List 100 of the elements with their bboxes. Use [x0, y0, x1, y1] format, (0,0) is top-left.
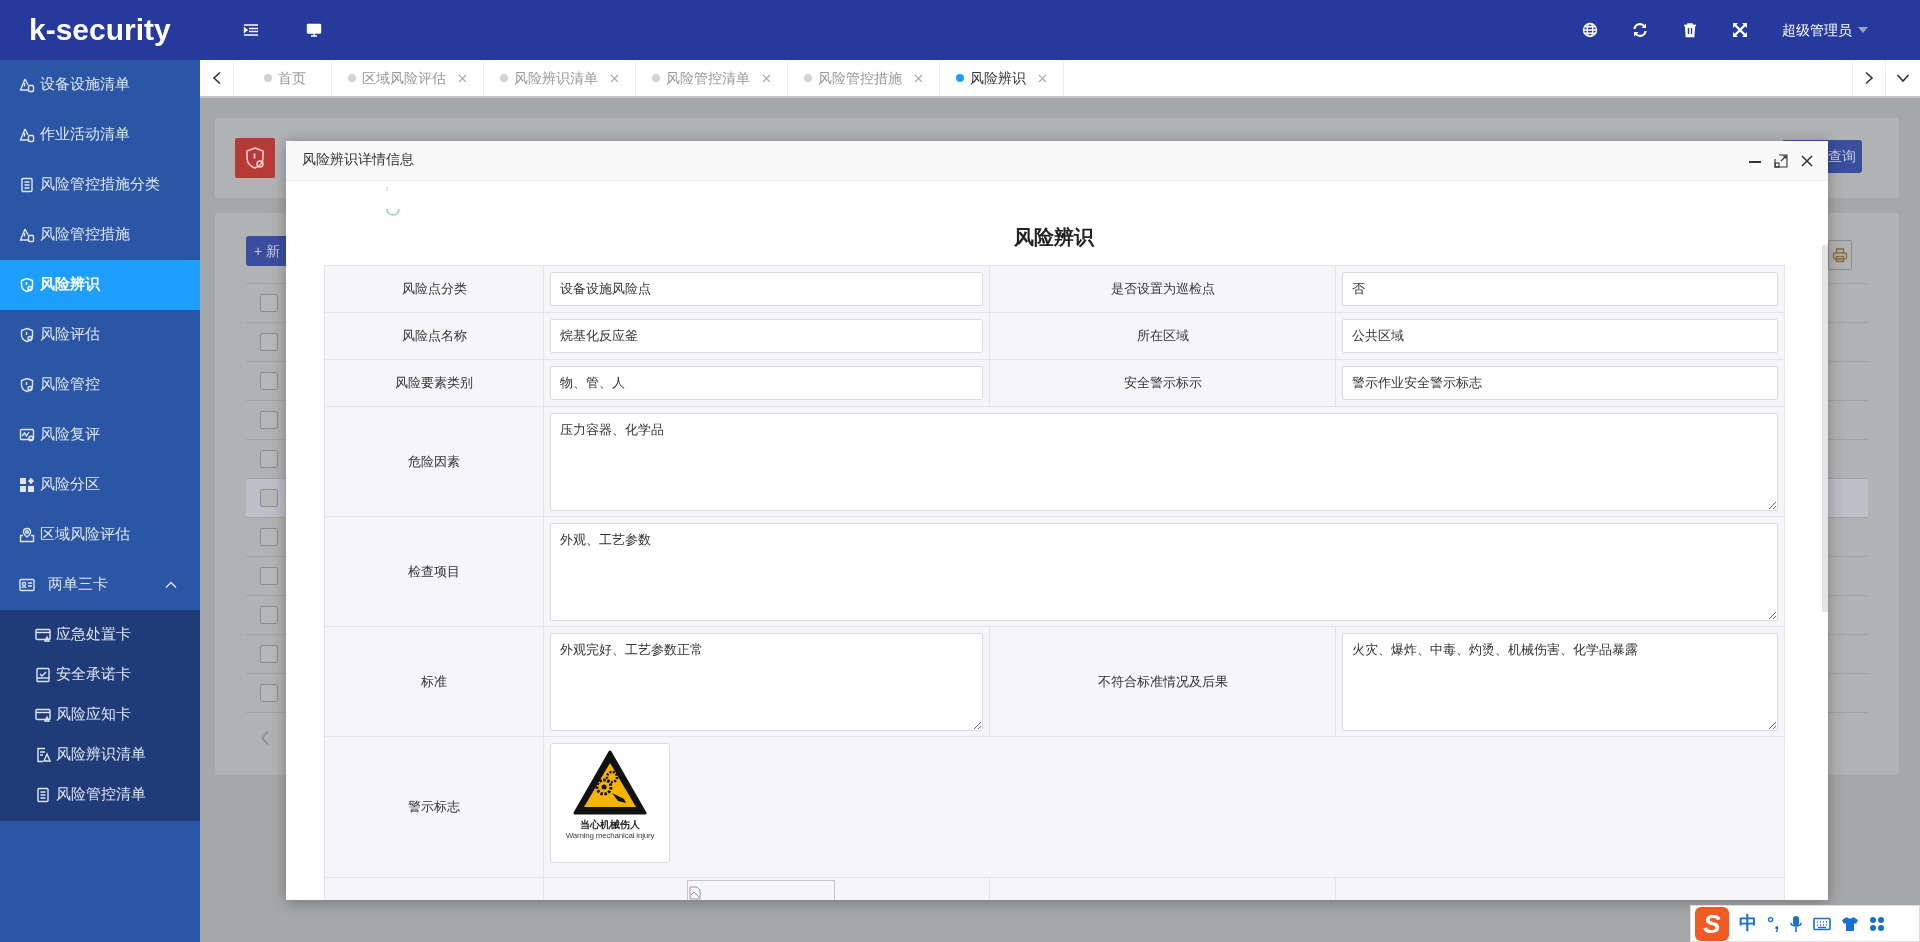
chevron-left-icon[interactable]	[210, 71, 223, 85]
checkbox[interactable]	[260, 294, 278, 312]
field-label: 危险因素	[408, 453, 460, 469]
form-heading: 风险辨识	[1013, 225, 1095, 250]
checkbox[interactable]	[260, 684, 278, 702]
checkbox[interactable]	[260, 606, 278, 624]
field-label: 警示标志	[408, 799, 460, 815]
tab[interactable]: 风险管控措施	[788, 60, 940, 96]
grid-icon	[19, 477, 35, 493]
checkbox[interactable]	[260, 567, 278, 585]
print-button[interactable]	[1828, 240, 1852, 270]
text-field[interactable]: 公共区域	[1342, 319, 1778, 353]
document-icon	[35, 747, 51, 763]
shield-icon	[19, 277, 35, 293]
warning-icon	[19, 227, 35, 243]
text-field[interactable]: 设备设施风险点	[550, 272, 983, 306]
scrollbar[interactable]	[1822, 245, 1828, 612]
tab[interactable]: 风险辨识	[940, 60, 1064, 96]
card-icon	[35, 627, 51, 643]
checkbox[interactable]	[260, 528, 278, 546]
sidebar-item[interactable]: 风险管控	[0, 360, 200, 410]
sidebar-item[interactable]: 两单三卡	[0, 560, 200, 610]
printer-icon[interactable]	[1832, 247, 1848, 263]
sign-caption: Warning mechanical injury	[565, 831, 655, 840]
chevron-down-icon[interactable]	[1896, 72, 1910, 84]
checkbox[interactable]	[260, 411, 278, 429]
sidebar-subitem[interactable]: 风险辨识清单	[0, 735, 200, 775]
tab[interactable]: 首页	[238, 60, 332, 96]
sidebar-subitem[interactable]: 风险管控清单	[0, 775, 200, 815]
sidebar-item[interactable]: 设备设施清单	[0, 60, 200, 110]
checkbox[interactable]	[260, 333, 278, 351]
text-area[interactable]: 火灾、爆炸、中毒、灼烫、机械伤害、化学品暴露	[1342, 632, 1778, 731]
warning-triangle-icon	[572, 749, 648, 817]
warning-icon	[19, 77, 35, 93]
ime-logo[interactable]: S	[1695, 906, 1729, 941]
tab-dot-icon	[652, 74, 660, 82]
document-icon	[19, 177, 35, 193]
sidebar-subitem[interactable]: 应急处置卡	[0, 615, 200, 655]
chevron-right-icon[interactable]	[1863, 71, 1875, 85]
text-area[interactable]: 外观、工艺参数	[550, 522, 1778, 621]
tab-dot-icon	[263, 74, 272, 82]
text-field[interactable]: 物、管、人	[550, 366, 983, 400]
shirt-icon[interactable]	[1841, 915, 1860, 932]
tab-dot-icon	[500, 74, 508, 82]
sidebar-item[interactable]: 风险管控措施	[0, 210, 200, 260]
sidebar-item[interactable]: 作业活动清单	[0, 110, 200, 160]
tab[interactable]: 风险管控清单	[636, 60, 788, 96]
close-icon[interactable]	[1800, 153, 1814, 168]
warning-icon	[19, 127, 35, 143]
add-button[interactable]: + 新	[246, 236, 286, 266]
microphone-icon[interactable]	[1789, 914, 1804, 933]
fullscreen-icon[interactable]	[1732, 22, 1748, 38]
dialog-title: 风险辨识详情信息	[302, 151, 414, 170]
ime-mode-toggle[interactable]: 中	[1739, 910, 1757, 937]
sidebar-subitem[interactable]: 安全承诺卡	[0, 655, 200, 695]
shield-icon	[19, 327, 35, 343]
tab[interactable]: 风险辨识清单	[484, 60, 636, 96]
shield-icon	[19, 377, 35, 393]
chart-icon	[19, 427, 35, 443]
field-label: 风险点分类	[401, 281, 467, 297]
punctuation-toggle[interactable]: °,	[1767, 910, 1780, 937]
sidebar-item[interactable]: 风险评估	[0, 310, 200, 360]
text-field[interactable]: 警示作业安全警示标志	[1342, 366, 1778, 400]
field-label: 标准	[421, 673, 447, 689]
field-label: 检查项目	[408, 563, 460, 579]
shield-badge-icon	[235, 138, 275, 178]
document-icon	[35, 787, 51, 803]
monitor-icon[interactable]	[306, 22, 322, 38]
checkbox[interactable]	[260, 489, 278, 507]
menu-icon[interactable]	[243, 22, 259, 38]
text-field[interactable]: 烷基化反应釜	[550, 319, 983, 353]
sidebar-item[interactable]: 风险管控措施分类	[0, 160, 200, 210]
sidebar-item[interactable]: 风险分区	[0, 460, 200, 510]
keyboard-icon[interactable]	[1813, 916, 1832, 931]
sidebar-subitem[interactable]: 风险应知卡	[0, 695, 200, 735]
checkbox[interactable]	[260, 450, 278, 468]
app-logo: k-security	[28, 12, 172, 48]
text-field[interactable]: 否	[1342, 272, 1778, 306]
tab-dot-icon	[348, 74, 356, 82]
field-label: 是否设置为巡检点	[1110, 281, 1215, 297]
user-menu[interactable]: 超级管理员	[1782, 19, 1868, 41]
card-icon	[35, 707, 51, 723]
tab[interactable]: 区域风险评估	[332, 60, 484, 96]
maximize-icon[interactable]	[1774, 153, 1788, 168]
tab-dot-icon	[956, 74, 964, 82]
apps-grid-icon[interactable]	[1869, 915, 1886, 932]
text-area[interactable]: 压力容器、化学品	[550, 412, 1778, 511]
text-area[interactable]: 外观完好、工艺参数正常	[550, 632, 983, 731]
refresh-icon[interactable]	[1632, 22, 1648, 38]
checkbox[interactable]	[260, 372, 278, 390]
sidebar-item[interactable]: 风险复评	[0, 410, 200, 460]
field-label: 安全警示标示	[1123, 375, 1202, 391]
id-card-icon	[19, 577, 35, 593]
trash-icon[interactable]	[1682, 22, 1698, 38]
previous-page-icon[interactable]	[260, 730, 270, 746]
location-icon	[19, 527, 35, 543]
checkbox[interactable]	[260, 645, 278, 663]
loading-spinner-icon	[386, 186, 400, 216]
sidebar-item[interactable]: 区域风险评估	[0, 510, 200, 560]
globe-icon[interactable]	[1582, 22, 1598, 38]
